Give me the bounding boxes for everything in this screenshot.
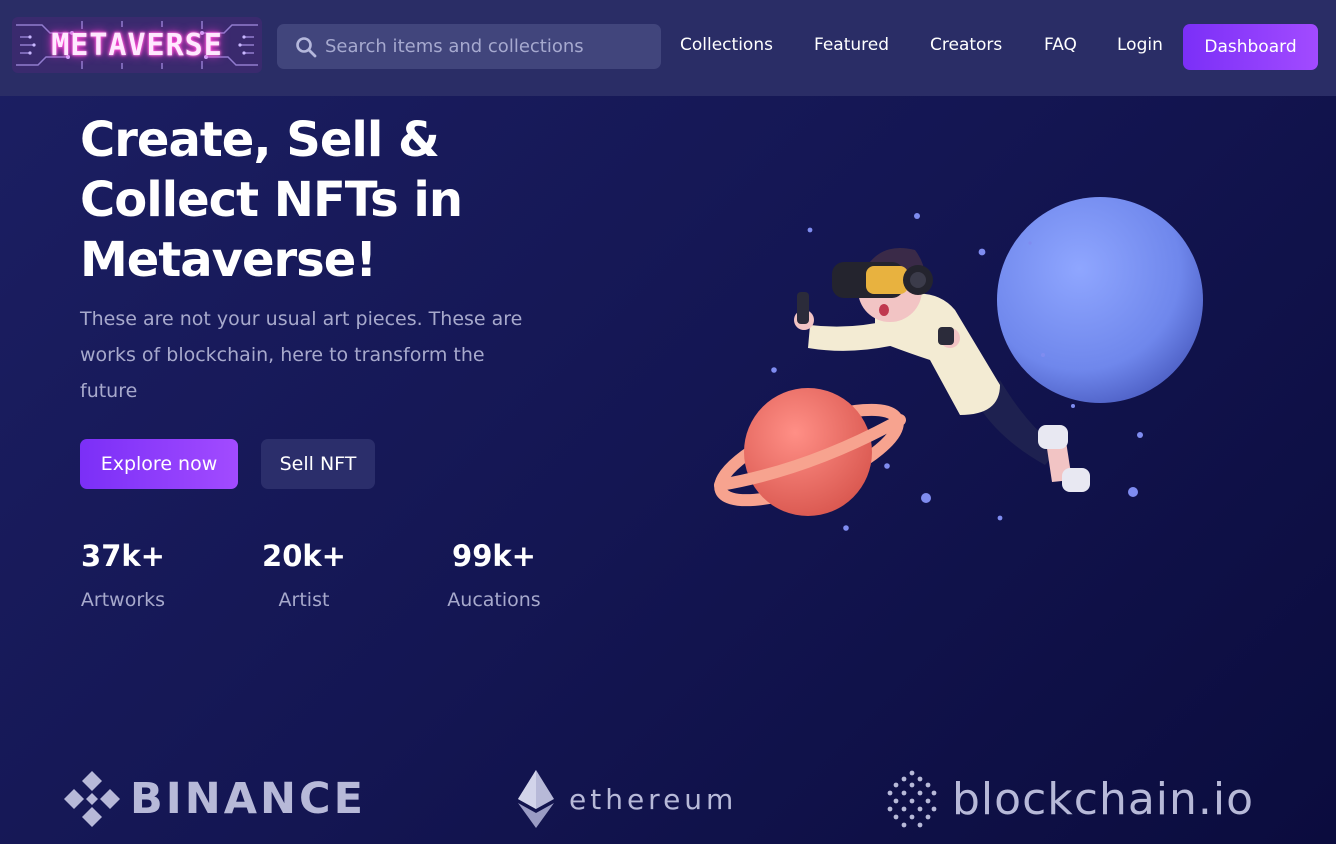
stat-label: Artworks: [80, 589, 166, 611]
hero-title-line: Collect NFTs in: [80, 172, 463, 228]
stat-value: 99k+: [452, 539, 536, 573]
stat-artworks: 37k+ Artworks: [80, 535, 166, 611]
search-input[interactable]: [325, 24, 655, 69]
dashboard-button[interactable]: Dashboard: [1183, 24, 1318, 70]
hero-title: Create, Sell & Collect NFTs in Metaverse…: [80, 110, 560, 290]
partner-name: BINANCE: [130, 774, 366, 824]
nav-featured[interactable]: Featured: [814, 35, 889, 55]
hero-description: These are not your usual art pieces. The…: [80, 301, 560, 409]
hero-title-line: Metaverse!: [80, 232, 377, 288]
search-icon: [296, 37, 317, 58]
partner-binance: BINANCE: [62, 762, 366, 836]
partner-blockchain: blockchain.io: [886, 762, 1254, 836]
logo-wordmark: METAVERSE: [51, 27, 223, 63]
hero-title-line: Create, Sell &: [80, 112, 440, 168]
stat-artists: 20k+ Artist: [262, 535, 346, 611]
vr-astronaut-illustration: [714, 197, 1203, 531]
hero-description-line: works of blockchain, here to transform t…: [80, 344, 485, 366]
stat-value: 37k+: [81, 539, 165, 573]
sell-nft-button[interactable]: Sell NFT: [261, 439, 375, 489]
ethereum-icon: [518, 770, 554, 828]
stat-value: 20k+: [262, 539, 346, 573]
stat-label: Artist: [278, 589, 330, 611]
metaverse-logo[interactable]: METAVERSE: [12, 17, 262, 73]
blue-planet-icon: [997, 197, 1203, 403]
partner-name: blockchain.io: [952, 773, 1255, 825]
stat-auctions: 99k+ Aucations: [442, 535, 546, 611]
ringed-planet-icon: [714, 388, 906, 516]
explore-now-button[interactable]: Explore now: [80, 439, 238, 489]
hero-description-line: future: [80, 380, 138, 402]
nav-faq[interactable]: FAQ: [1044, 35, 1077, 55]
search-bar[interactable]: [277, 24, 661, 69]
hero-description-line: These are not your usual art pieces. The…: [80, 308, 523, 330]
partner-ethereum: ethereum: [517, 762, 737, 836]
nav-creators[interactable]: Creators: [930, 35, 1002, 55]
binance-icon: [64, 771, 120, 827]
nav-collections[interactable]: Collections: [680, 35, 773, 55]
blockchain-icon: [887, 770, 937, 828]
top-navigation-bar: METAVERSE Collections Featured Creators …: [0, 0, 1336, 96]
nav-login[interactable]: Login: [1117, 35, 1163, 55]
stat-label: Aucations: [447, 589, 541, 611]
partner-name: ethereum: [569, 782, 738, 816]
